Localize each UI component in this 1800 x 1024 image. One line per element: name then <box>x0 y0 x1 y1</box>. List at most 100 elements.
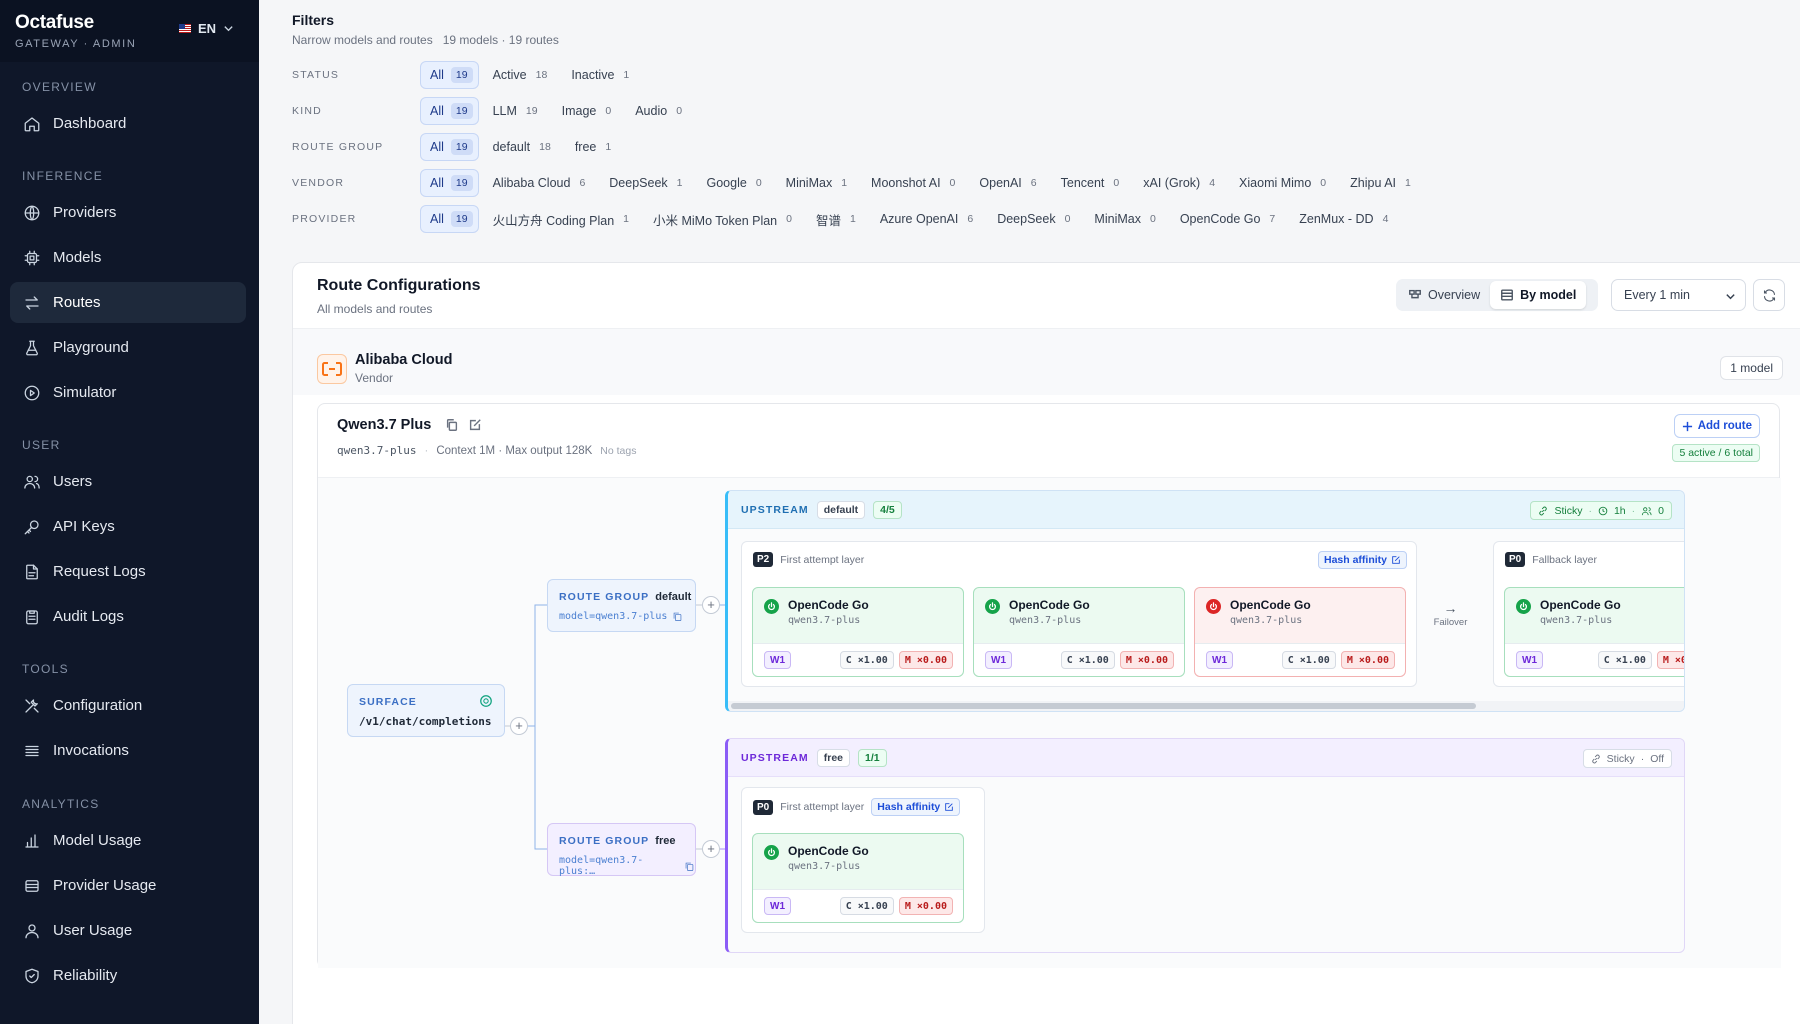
nav-section-analytics: ANALYTICS <box>22 797 100 811</box>
filter-option[interactable]: LLM 19 <box>483 97 548 125</box>
filter-option[interactable]: MiniMax 0 <box>1084 205 1165 233</box>
add-group-button[interactable]: + <box>510 717 528 735</box>
sidebar-item-user-usage[interactable]: User Usage <box>10 910 246 951</box>
filter-option[interactable]: free 1 <box>565 133 621 161</box>
sidebar-item-reliability[interactable]: Reliability <box>10 955 246 996</box>
filter-option[interactable]: DeepSeek 0 <box>987 205 1080 233</box>
edit-icon[interactable] <box>468 418 482 432</box>
filter-option[interactable]: All 19 <box>420 61 479 89</box>
filter-option[interactable]: DeepSeek 1 <box>599 169 692 197</box>
refresh-interval-select[interactable]: Every 1 min <box>1611 279 1746 311</box>
filter-option-label: 小米 MiMo Token Plan <box>653 213 778 228</box>
filter-option[interactable]: All 19 <box>420 205 479 233</box>
route-group-default-node[interactable]: ROUTE GROUP default model=qwen3.7-plus <box>547 579 696 632</box>
upstream-default: UPSTREAM default 4/5 Sticky · 1h · 0 P2 … <box>725 490 1685 712</box>
filter-option[interactable]: Azure OpenAI 6 <box>870 205 983 233</box>
filter-option-label: DeepSeek <box>997 212 1056 226</box>
filter-label: KIND <box>292 105 322 117</box>
filter-option[interactable]: Zhipu AI 1 <box>1340 169 1421 197</box>
cost-multipliers: C ×1.00 M ×0.00 <box>1060 651 1174 669</box>
filter-option-count: 0 <box>786 213 792 225</box>
view-overview-button[interactable]: Overview <box>1398 281 1490 309</box>
active-power-icon <box>1516 599 1531 614</box>
copy-icon[interactable] <box>684 861 695 872</box>
filter-option[interactable]: Audio 0 <box>625 97 692 125</box>
link-icon <box>1591 754 1600 763</box>
copy-icon[interactable] <box>445 418 459 432</box>
sidebar-item-routes[interactable]: Routes <box>10 282 246 323</box>
layer-label: First attempt layer <box>780 553 865 566</box>
sidebar-item-provider-usage[interactable]: Provider Usage <box>10 865 246 906</box>
scrollbar-thumb[interactable] <box>731 703 1476 709</box>
sidebar-item-invocations[interactable]: Invocations <box>10 730 246 771</box>
sidebar-item-models[interactable]: Models <box>10 237 246 278</box>
route-configurations-panel: Route Configurations All models and rout… <box>292 262 1800 1024</box>
us-flag-icon <box>179 24 191 33</box>
filter-option[interactable]: 小米 MiMo Token Plan 0 <box>643 205 802 233</box>
filter-option[interactable]: ZenMux - DD 4 <box>1289 205 1398 233</box>
hash-affinity-button[interactable]: Hash affinity <box>1317 551 1407 569</box>
filter-label: VENDOR <box>292 177 345 189</box>
sidebar-item-configuration[interactable]: Configuration <box>10 685 246 726</box>
refresh-button[interactable] <box>1753 279 1785 311</box>
sidebar-item-model-usage[interactable]: Model Usage <box>10 820 246 861</box>
sticky-badge[interactable]: Sticky · 1h · 0 <box>1530 501 1672 520</box>
filter-option[interactable]: Alibaba Cloud 6 <box>483 169 596 197</box>
filter-option[interactable]: 火山方舟 Coding Plan 1 <box>483 205 639 233</box>
sidebar-item-audit-logs[interactable]: Audit Logs <box>10 596 246 637</box>
filter-option[interactable]: Active 18 <box>483 61 558 89</box>
filter-option[interactable]: xAI (Grok) 4 <box>1133 169 1225 197</box>
sidebar-item-users[interactable]: Users <box>10 461 246 502</box>
filter-option-label: All <box>430 140 444 154</box>
filter-options: All 19 LLM 19 Image 0 Audio 0 <box>420 97 696 125</box>
language-selector[interactable]: EN <box>179 21 234 36</box>
hash-affinity-button[interactable]: Hash affinity <box>871 798 961 816</box>
filter-label: ROUTE GROUP <box>292 141 384 153</box>
filter-option[interactable]: All 19 <box>420 97 479 125</box>
filter-option[interactable]: Tencent 0 <box>1051 169 1130 197</box>
filter-option[interactable]: Xiaomi Mimo 0 <box>1229 169 1336 197</box>
filter-option[interactable]: default 18 <box>483 133 561 161</box>
add-upstream-button[interactable]: + <box>702 596 720 614</box>
language-label: EN <box>198 21 217 36</box>
margin-multiplier: M ×0.00 <box>898 651 953 669</box>
copy-icon[interactable] <box>672 611 683 622</box>
provider-name: OpenCode Go <box>788 844 869 858</box>
filter-option[interactable]: Inactive 1 <box>561 61 639 89</box>
filter-option[interactable]: OpenCode Go 7 <box>1170 205 1285 233</box>
add-upstream-button[interactable]: + <box>702 840 720 858</box>
filter-option[interactable]: OpenAI 6 <box>969 169 1046 197</box>
provider-card[interactable]: OpenCode Go qwen3.7-plus W1 C ×1.00M ×0.0 <box>1504 587 1684 677</box>
provider-card[interactable]: OpenCode Go qwen3.7-plus W1 C ×1.00 M ×0.00 <box>752 833 964 923</box>
filter-option[interactable]: Google 0 <box>697 169 772 197</box>
surface-node[interactable]: SURFACE /v1/chat/completions <box>347 684 505 737</box>
flask-icon <box>26 340 38 355</box>
add-route-button[interactable]: Add route <box>1673 414 1760 438</box>
horizontal-scrollbar[interactable] <box>728 701 1684 711</box>
brand-subtitle: GATEWAY · ADMIN <box>15 38 137 50</box>
cost-multipliers: C ×1.00M ×0.0 <box>1597 651 1684 669</box>
sidebar-item-providers[interactable]: Providers <box>10 192 246 233</box>
sticky-badge[interactable]: Sticky · Off <box>1582 749 1672 768</box>
sidebar-item-simulator[interactable]: Simulator <box>10 372 246 413</box>
route-group-free-node[interactable]: ROUTE GROUP free model=qwen3.7-plus:… <box>547 823 696 877</box>
filter-option-count: 0 <box>755 177 762 189</box>
nav-section-inference: INFERENCE <box>22 169 104 183</box>
filter-option[interactable]: All 19 <box>420 169 479 197</box>
sidebar-item-dashboard[interactable]: Dashboard <box>10 103 246 144</box>
sidebar-item-playground[interactable]: Playground <box>10 327 246 368</box>
filter-option[interactable]: All 19 <box>420 133 479 161</box>
route-graph-canvas: SURFACE /v1/chat/completions + ROUTE GRO… <box>318 478 1781 968</box>
provider-card[interactable]: OpenCode Go qwen3.7-plus W1 C ×1.00 M ×0.00 <box>1194 587 1406 677</box>
margin-multiplier: M ×0.00 <box>1340 651 1395 669</box>
filter-option-label: Active <box>492 68 527 82</box>
sidebar-item-api-keys[interactable]: API Keys <box>10 506 246 547</box>
filter-option[interactable]: MiniMax 1 <box>776 169 857 197</box>
filter-option[interactable]: Image 0 <box>552 97 622 125</box>
provider-card[interactable]: OpenCode Go qwen3.7-plus W1 C ×1.00 M ×0.00 <box>752 587 964 677</box>
provider-card[interactable]: OpenCode Go qwen3.7-plus W1 C ×1.00 M ×0.00 <box>973 587 1185 677</box>
view-by-model-button[interactable]: By model <box>1490 281 1587 309</box>
filter-option[interactable]: 智谱 1 <box>806 205 866 233</box>
filter-option[interactable]: Moonshot AI 0 <box>861 169 965 197</box>
sidebar-item-request-logs[interactable]: Request Logs <box>10 551 246 592</box>
